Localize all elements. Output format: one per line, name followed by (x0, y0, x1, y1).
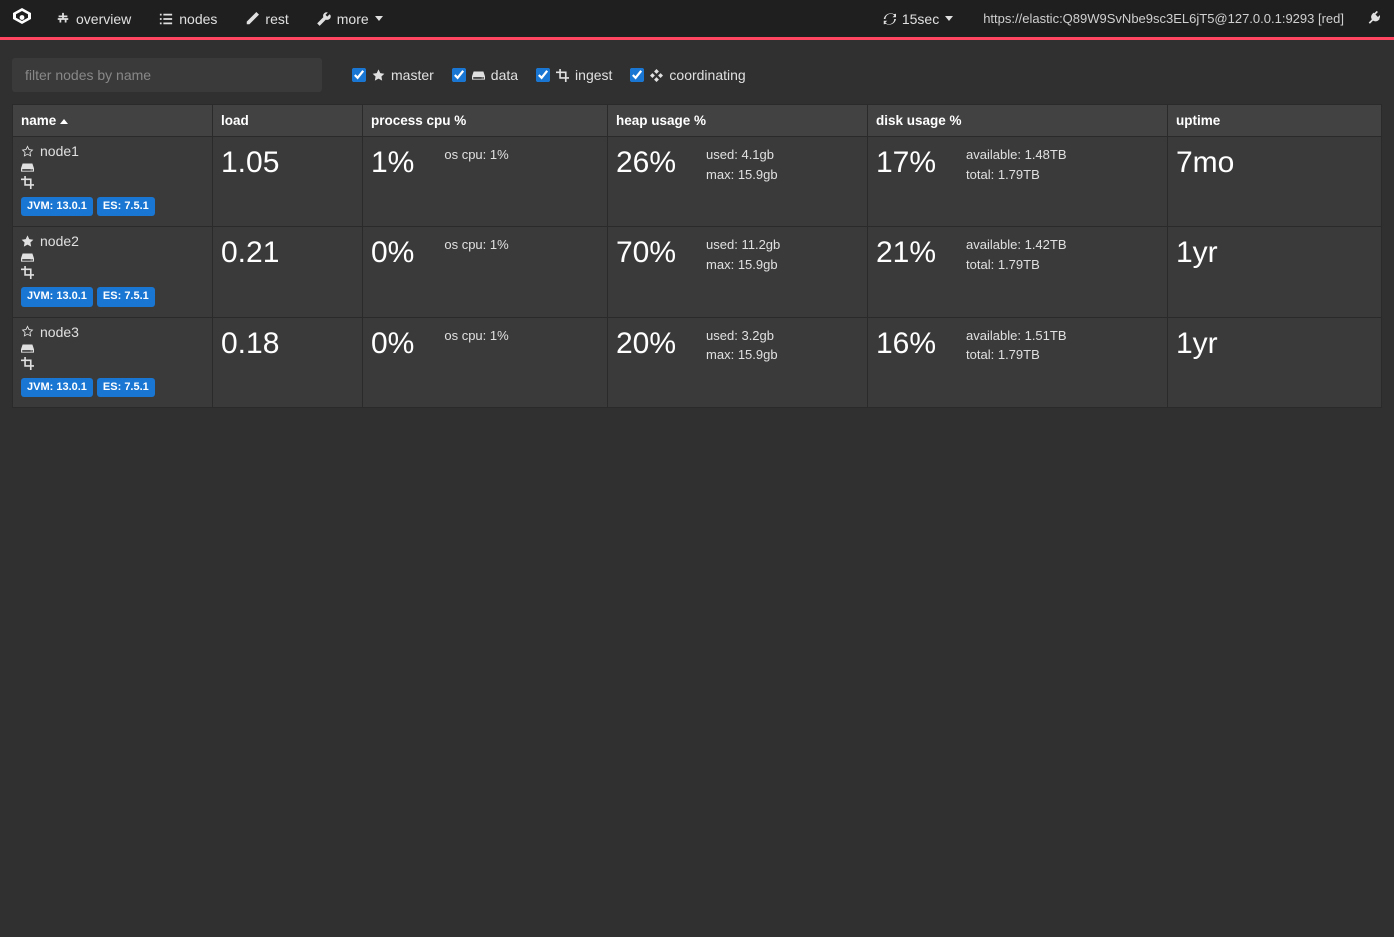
connect-button[interactable] (1362, 10, 1384, 27)
heap-used: used: 3.2gb (706, 326, 778, 346)
nav-nodes[interactable]: nodes (145, 0, 231, 39)
crop-icon (21, 266, 204, 279)
os-cpu-value: os cpu: 1% (444, 143, 508, 165)
table-row: node1 JVM: 13.0.1ES: 7.5.1 1.05 1% os cpu: 1… (13, 137, 1382, 227)
filter-nodes-input[interactable] (12, 58, 322, 92)
heap-max: max: 15.9gb (706, 255, 780, 275)
col-header-heap[interactable]: heap usage % (608, 105, 868, 137)
jvm-badge: JVM: 13.0.1 (21, 378, 93, 397)
disk-total: total: 1.79TB (966, 345, 1066, 365)
nav-more-label: more (337, 11, 369, 27)
nodes-table: name load process cpu % heap usage % dis… (12, 104, 1382, 408)
es-badge: ES: 7.5.1 (97, 378, 155, 397)
load-value: 0.21 (221, 233, 354, 271)
col-header-load[interactable]: load (213, 105, 363, 137)
disk-available: available: 1.42TB (966, 235, 1066, 255)
nav-rest[interactable]: rest (231, 0, 302, 39)
heap-max: max: 15.9gb (706, 165, 778, 185)
node-name-link[interactable]: node2 (40, 233, 79, 249)
edit-icon (245, 12, 259, 26)
heap-value: 26% (616, 143, 676, 181)
chevron-down-icon (945, 16, 953, 21)
uptime-value: 7mo (1176, 143, 1373, 181)
hdd-icon (21, 251, 204, 264)
disk-available: available: 1.51TB (966, 326, 1066, 346)
cpu-value: 0% (371, 324, 414, 362)
nav-overview[interactable]: overview (42, 0, 145, 39)
nav-overview-label: overview (76, 11, 131, 27)
list-icon (159, 12, 173, 26)
filter-coordinating-label: coordinating (669, 67, 745, 83)
disk-value: 21% (876, 233, 936, 271)
heap-used: used: 11.2gb (706, 235, 780, 255)
disk-total: total: 1.79TB (966, 255, 1066, 275)
load-value: 0.18 (221, 324, 354, 362)
cpu-value: 0% (371, 233, 414, 271)
filter-data-label: data (491, 67, 518, 83)
table-row: node2 JVM: 13.0.1ES: 7.5.1 0.21 0% os cpu: 1… (13, 227, 1382, 317)
heap-value: 70% (616, 233, 676, 271)
filter-ingest-label: ingest (575, 67, 612, 83)
disk-value: 17% (876, 143, 936, 181)
filter-data-checkbox[interactable]: data (452, 67, 518, 83)
uptime-value: 1yr (1176, 233, 1373, 271)
filter-coordinating-checkbox[interactable]: coordinating (630, 67, 745, 83)
cpu-value: 1% (371, 143, 414, 181)
node-name-link[interactable]: node1 (40, 143, 79, 159)
es-badge: ES: 7.5.1 (97, 287, 155, 306)
crop-icon (21, 357, 204, 370)
hdd-icon (21, 342, 204, 355)
hdd-icon (21, 161, 204, 174)
nav-rest-label: rest (265, 11, 288, 27)
jvm-badge: JVM: 13.0.1 (21, 287, 93, 306)
filter-master-checkbox[interactable]: master (352, 67, 434, 83)
os-cpu-value: os cpu: 1% (444, 324, 508, 346)
refresh-rate-dropdown[interactable]: 15sec (870, 11, 965, 27)
nav-more[interactable]: more (303, 0, 397, 39)
sort-asc-icon (60, 119, 68, 124)
filter-ingest-checkbox[interactable]: ingest (536, 67, 612, 83)
os-cpu-value: os cpu: 1% (444, 233, 508, 255)
col-header-cpu[interactable]: process cpu % (363, 105, 608, 137)
star-outline-icon (21, 325, 34, 338)
heap-value: 20% (616, 324, 676, 362)
host-url: https://elastic:Q89W9SvNbe9sc3EL6jT5@127… (983, 11, 1344, 26)
coord-icon (650, 69, 663, 82)
refresh-icon (882, 12, 896, 26)
hdd-icon (472, 69, 485, 82)
col-header-disk[interactable]: disk usage % (868, 105, 1168, 137)
navbar: overview nodes rest more 15sec https://e… (0, 0, 1394, 40)
crop-icon (556, 69, 569, 82)
brand-logo[interactable] (10, 7, 34, 31)
nav-nodes-label: nodes (179, 11, 217, 27)
chevron-down-icon (375, 16, 383, 21)
table-row: node3 JVM: 13.0.1ES: 7.5.1 0.18 0% os cpu: 1… (13, 317, 1382, 407)
uptime-value: 1yr (1176, 324, 1373, 362)
wrench-icon (317, 12, 331, 26)
load-value: 1.05 (221, 143, 354, 181)
crop-icon (21, 176, 204, 189)
star-icon (21, 235, 34, 248)
filter-bar: master data ingest coordinating (0, 40, 1394, 104)
disk-available: available: 1.48TB (966, 145, 1066, 165)
filter-master-label: master (391, 67, 434, 83)
col-header-name[interactable]: name (13, 105, 213, 137)
heap-used: used: 4.1gb (706, 145, 778, 165)
es-badge: ES: 7.5.1 (97, 197, 155, 216)
star-outline-icon (21, 145, 34, 158)
refresh-rate-label: 15sec (902, 11, 939, 27)
plug-icon (1366, 10, 1380, 24)
star-icon (372, 69, 385, 82)
disk-value: 16% (876, 324, 936, 362)
disk-total: total: 1.79TB (966, 165, 1066, 185)
col-header-uptime[interactable]: uptime (1168, 105, 1382, 137)
jvm-badge: JVM: 13.0.1 (21, 197, 93, 216)
sitemap-icon (56, 12, 70, 26)
heap-max: max: 15.9gb (706, 345, 778, 365)
node-name-link[interactable]: node3 (40, 324, 79, 340)
